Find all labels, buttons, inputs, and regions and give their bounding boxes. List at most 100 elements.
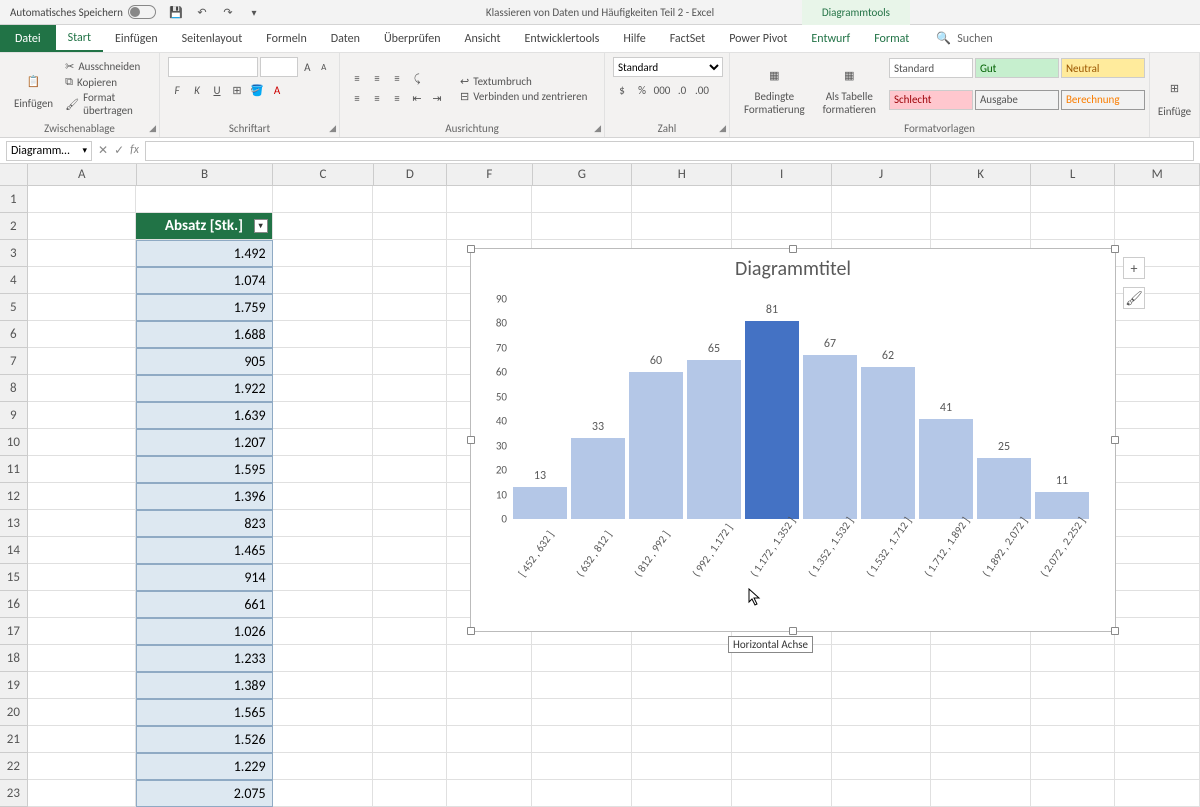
- row-header[interactable]: 15: [0, 564, 28, 591]
- filter-button[interactable]: ▾: [254, 219, 268, 233]
- cell[interactable]: [632, 780, 732, 807]
- style-neutral[interactable]: Neutral: [1061, 58, 1145, 78]
- style-berechnung[interactable]: Berechnung: [1061, 90, 1145, 110]
- cell[interactable]: [28, 780, 137, 807]
- cell[interactable]: [273, 672, 373, 699]
- cell[interactable]: [1115, 618, 1200, 645]
- cell[interactable]: [28, 402, 137, 429]
- row-header[interactable]: 2: [0, 213, 28, 240]
- chart-bar[interactable]: [571, 438, 625, 519]
- chart-bar[interactable]: [861, 367, 915, 519]
- cell[interactable]: [28, 240, 137, 267]
- cell[interactable]: [1115, 726, 1200, 753]
- cell[interactable]: [273, 321, 373, 348]
- col-header[interactable]: J: [832, 164, 931, 186]
- row-header[interactable]: 17: [0, 618, 28, 645]
- cell[interactable]: [931, 672, 1030, 699]
- cell[interactable]: [28, 645, 137, 672]
- row-header[interactable]: 8: [0, 375, 28, 402]
- cell[interactable]: 661: [136, 591, 272, 618]
- cell[interactable]: [373, 294, 447, 321]
- dialog-launcher-icon[interactable]: ◢: [329, 123, 336, 134]
- cell[interactable]: 1.492: [136, 240, 272, 267]
- cell[interactable]: [373, 240, 447, 267]
- cell[interactable]: [373, 267, 447, 294]
- row-header[interactable]: 12: [0, 483, 28, 510]
- chevron-down-icon[interactable]: ▾: [82, 145, 87, 156]
- cut-button[interactable]: ✂Ausschneiden: [65, 60, 151, 73]
- resize-handle[interactable]: [1111, 627, 1119, 635]
- cell[interactable]: [273, 267, 373, 294]
- tab-home[interactable]: Start: [56, 25, 103, 52]
- formula-input[interactable]: [145, 141, 1194, 161]
- cell[interactable]: 1.026: [136, 618, 272, 645]
- cell[interactable]: [373, 456, 447, 483]
- cell[interactable]: [273, 429, 373, 456]
- cell[interactable]: 914: [136, 564, 272, 591]
- cell[interactable]: [373, 186, 447, 213]
- cell[interactable]: [532, 186, 631, 213]
- cell[interactable]: [373, 213, 447, 240]
- cell[interactable]: [447, 672, 533, 699]
- cell[interactable]: [28, 483, 137, 510]
- cell[interactable]: [532, 213, 631, 240]
- cell[interactable]: [273, 402, 373, 429]
- cell[interactable]: [273, 753, 373, 780]
- cell[interactable]: [273, 645, 373, 672]
- cell[interactable]: [136, 186, 272, 213]
- chart-plot-area[interactable]: 13336065816762412511: [511, 299, 1091, 519]
- resize-handle[interactable]: [789, 245, 797, 253]
- cell[interactable]: [273, 240, 373, 267]
- cell[interactable]: [1031, 672, 1116, 699]
- row-header[interactable]: 23: [0, 780, 28, 807]
- cell[interactable]: [632, 186, 732, 213]
- search-box[interactable]: 🔍 Suchen: [936, 31, 992, 46]
- orientation-icon[interactable]: ⤹: [408, 70, 426, 88]
- cell[interactable]: [832, 186, 931, 213]
- row-header[interactable]: 21: [0, 726, 28, 753]
- align-right-icon[interactable]: ≡: [388, 90, 406, 108]
- decrease-indent-icon[interactable]: ⇤: [408, 90, 426, 108]
- style-schlecht[interactable]: Schlecht: [889, 90, 973, 110]
- style-ausgabe[interactable]: Ausgabe: [975, 90, 1059, 110]
- tab-review[interactable]: Überprüfen: [372, 25, 453, 52]
- tab-chart-format[interactable]: Format: [862, 25, 921, 52]
- col-header[interactable]: F: [447, 164, 533, 186]
- bold-icon[interactable]: F: [168, 81, 186, 99]
- save-icon[interactable]: 💾: [168, 4, 184, 20]
- cell[interactable]: [373, 564, 447, 591]
- tab-page-layout[interactable]: Seitenlayout: [170, 25, 255, 52]
- autosave-toggle[interactable]: Automatisches Speichern: [10, 5, 156, 19]
- redo-icon[interactable]: ↷: [220, 4, 236, 20]
- cell[interactable]: [273, 726, 373, 753]
- cell[interactable]: 1.688: [136, 321, 272, 348]
- cell[interactable]: [532, 780, 631, 807]
- cell[interactable]: [28, 186, 137, 213]
- cell[interactable]: [832, 753, 931, 780]
- cell[interactable]: [532, 699, 631, 726]
- fx-icon[interactable]: fx: [130, 143, 139, 158]
- cell[interactable]: [373, 645, 447, 672]
- cell-styles-gallery[interactable]: Standard Gut Neutral Schlecht Ausgabe Be…: [888, 57, 1146, 120]
- cell[interactable]: [373, 321, 447, 348]
- row-header[interactable]: 13: [0, 510, 28, 537]
- cell[interactable]: 1.396: [136, 483, 272, 510]
- cell[interactable]: 1.465: [136, 537, 272, 564]
- cell[interactable]: [1115, 645, 1200, 672]
- chart-bar[interactable]: [919, 419, 973, 519]
- cell[interactable]: [373, 780, 447, 807]
- cell[interactable]: [373, 537, 447, 564]
- tab-insert[interactable]: Einfügen: [103, 25, 170, 52]
- cell[interactable]: [931, 780, 1030, 807]
- cell[interactable]: 2.075: [136, 780, 272, 807]
- row-header[interactable]: 14: [0, 537, 28, 564]
- cell[interactable]: [28, 375, 137, 402]
- increase-decimal-icon[interactable]: .0: [673, 81, 691, 99]
- cell[interactable]: [931, 726, 1030, 753]
- row-header[interactable]: 1: [0, 186, 28, 213]
- name-box[interactable]: Diagramm… ▾: [6, 141, 92, 161]
- cell[interactable]: [832, 645, 931, 672]
- cell[interactable]: [1031, 699, 1116, 726]
- chart-bar[interactable]: [977, 458, 1031, 519]
- underline-icon[interactable]: U: [208, 81, 226, 99]
